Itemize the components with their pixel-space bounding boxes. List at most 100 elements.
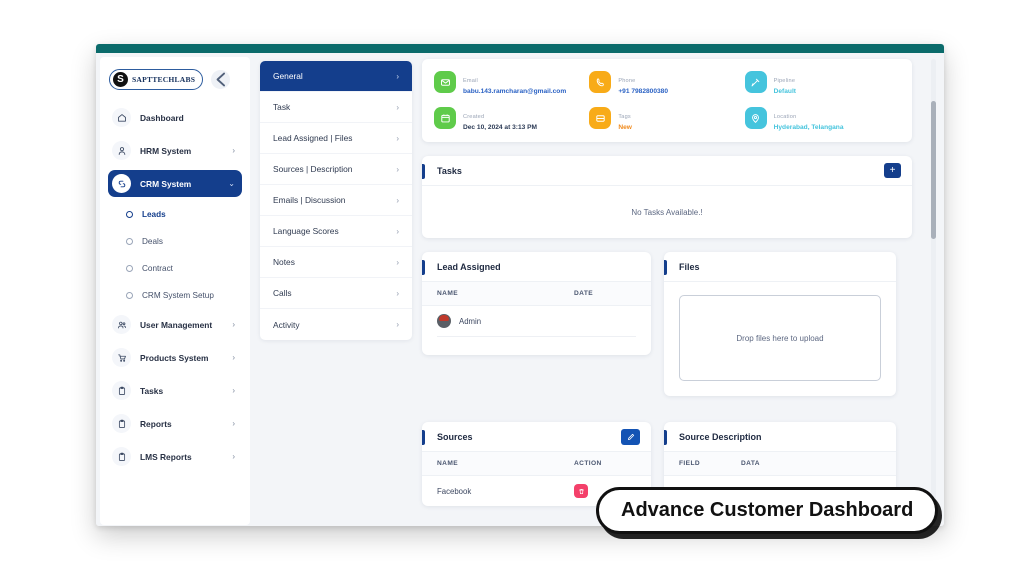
workspace: S SAPTTECHLABS Dashboard HRM System › CR… [96,53,944,526]
add-task-button[interactable]: + [884,163,901,178]
tab-label: Emails | Discussion [273,195,346,205]
column-header-data: DATA [741,460,760,467]
sidebar-subitem-contract[interactable]: Contract [108,257,242,279]
column-header-action: ACTION [574,460,602,467]
trash-icon [578,488,584,494]
lead-files-row: Lead Assigned NAME DATE Admin Files Drop… [422,252,912,396]
window-topbar [96,44,944,53]
sidebar-subitem-label: CRM System Setup [142,290,214,300]
info-value: Default [773,88,796,95]
sidebar-subitem-deals[interactable]: Deals [108,230,242,252]
info-cell-phone: Phone +91 7982800380 [589,69,744,95]
chevron-right-icon: › [396,257,399,267]
screenshot-stage: S SAPTTECHLABS Dashboard HRM System › CR… [0,0,1024,571]
tasks-empty-state: No Tasks Available.! [631,207,703,217]
info-text: Email babu.143.ramcharan@gmail.com [463,69,566,95]
lead-assigned-header: Lead Assigned [422,252,651,282]
sidebar-item-crm-system[interactable]: CRM System ⌄ [108,170,242,197]
chevron-down-icon: ⌄ [228,179,235,188]
sidebar-subitem-leads[interactable]: Leads [108,203,242,225]
lead-assigned-spacer [422,337,651,355]
delete-source-button[interactable] [574,484,588,498]
chevron-right-icon: › [396,102,399,112]
sidebar-subitem-crm-system-setup[interactable]: CRM System Setup [108,284,242,306]
edit-sources-button[interactable] [621,428,640,445]
tab-language-scores[interactable]: Language Scores › [260,216,412,247]
logo-text: SAPTTECHLABS [132,75,196,84]
info-label: Tags [618,114,631,120]
sidebar-subitem-label: Contract [142,263,173,273]
info-cell-created: Created Dec 10, 2024 at 3:13 PM [434,105,589,131]
column-header-date: DATE [574,290,594,297]
lead-assigned-title: Lead Assigned [437,261,501,272]
table-row[interactable]: Admin [422,306,651,336]
tab-task[interactable]: Task › [260,92,412,123]
pencil-icon [627,433,634,440]
clipboard-icon [112,381,131,400]
info-label: Created [463,114,485,120]
sources-header: Sources [422,422,651,452]
info-label: Phone [618,78,636,84]
caption-badge: Advance Customer Dashboard [596,487,939,534]
sidebar-item-user-management[interactable]: User Management › [108,311,242,338]
chevron-right-icon: › [232,320,235,329]
clipboard-icon [112,414,131,433]
info-text: Location Hyderabad, Telangana [774,105,844,131]
lead-assigned-card: Lead Assigned NAME DATE Admin [422,252,651,355]
info-text: Pipeline Default [774,69,796,95]
sidebar-subitem-label: Leads [142,209,166,219]
file-dropzone[interactable]: Drop files here to upload [679,295,881,381]
tab-emails-discussion[interactable]: Emails | Discussion › [260,185,412,216]
source-name: Facebook [437,486,472,496]
sidebar-item-lms-reports[interactable]: LMS Reports › [108,443,242,470]
sidebar-item-tasks[interactable]: Tasks › [108,377,242,404]
home-icon [112,108,131,127]
info-cell-location: Location Hyderabad, Telangana [744,105,900,131]
arrow-left-icon [216,72,226,87]
tab-activity[interactable]: Activity › [260,309,412,340]
tab-label: Lead Assigned | Files [273,133,353,143]
info-label: Pipeline [773,78,796,84]
chevron-right-icon: › [396,164,399,174]
tab-lead-assigned-files[interactable]: Lead Assigned | Files › [260,123,412,154]
app-logo[interactable]: S SAPTTECHLABS [109,69,204,90]
chevron-right-icon: › [232,419,235,428]
tasks-card-header: Tasks + [422,156,912,186]
sidebar-item-label: Dashboard [140,112,184,123]
files-card: Files Drop files here to upload [664,252,896,396]
sidebar-item-label: User Management [140,319,213,330]
lead-assignee-cell: Admin [437,314,574,328]
info-value: New [618,124,632,131]
sidebar-item-hrm-system[interactable]: HRM System › [108,137,242,164]
bullet-icon [126,237,133,245]
info-row: Created Dec 10, 2024 at 3:13 PM Tags New [434,105,900,131]
files-column: Files Drop files here to upload [664,252,896,396]
tab-label: Activity [273,319,300,330]
tab-notes[interactable]: Notes › [260,247,412,278]
tab-general[interactable]: General › [260,61,412,92]
tab-label: Language Scores [273,226,339,236]
chevron-right-icon: › [396,226,399,236]
sidebar-item-dashboard[interactable]: Dashboard [108,104,242,131]
bullet-icon [126,291,133,299]
source-description-title: Source Description [679,431,762,442]
column-header-field: FIELD [679,460,701,467]
info-value: Dec 10, 2024 at 3:13 PM [463,124,538,131]
section-nav-panel: General › Task › Lead Assigned | Files ›… [260,61,412,340]
source-description-header: Source Description [664,422,896,452]
location-icon [744,107,767,129]
sidebar-collapse-button[interactable] [211,70,231,89]
column-header-name: NAME [437,460,459,467]
tab-calls[interactable]: Calls › [260,278,412,309]
vertical-scrollbar-track[interactable] [931,59,936,524]
vertical-scrollbar-thumb[interactable] [931,101,936,239]
chevron-right-icon: › [232,452,235,461]
sidebar-item-reports[interactable]: Reports › [108,410,242,437]
info-value: +91 7982800380 [618,88,669,95]
sidebar-item-products-system[interactable]: Products System › [108,344,242,371]
tab-label: Calls [273,288,292,298]
info-cell-email: Email babu.143.ramcharan@gmail.com [434,69,589,95]
lead-assignee-name: Admin [459,316,482,326]
tab-sources-description[interactable]: Sources | Description › [260,154,412,185]
info-text: Phone +91 7982800380 [618,69,668,95]
